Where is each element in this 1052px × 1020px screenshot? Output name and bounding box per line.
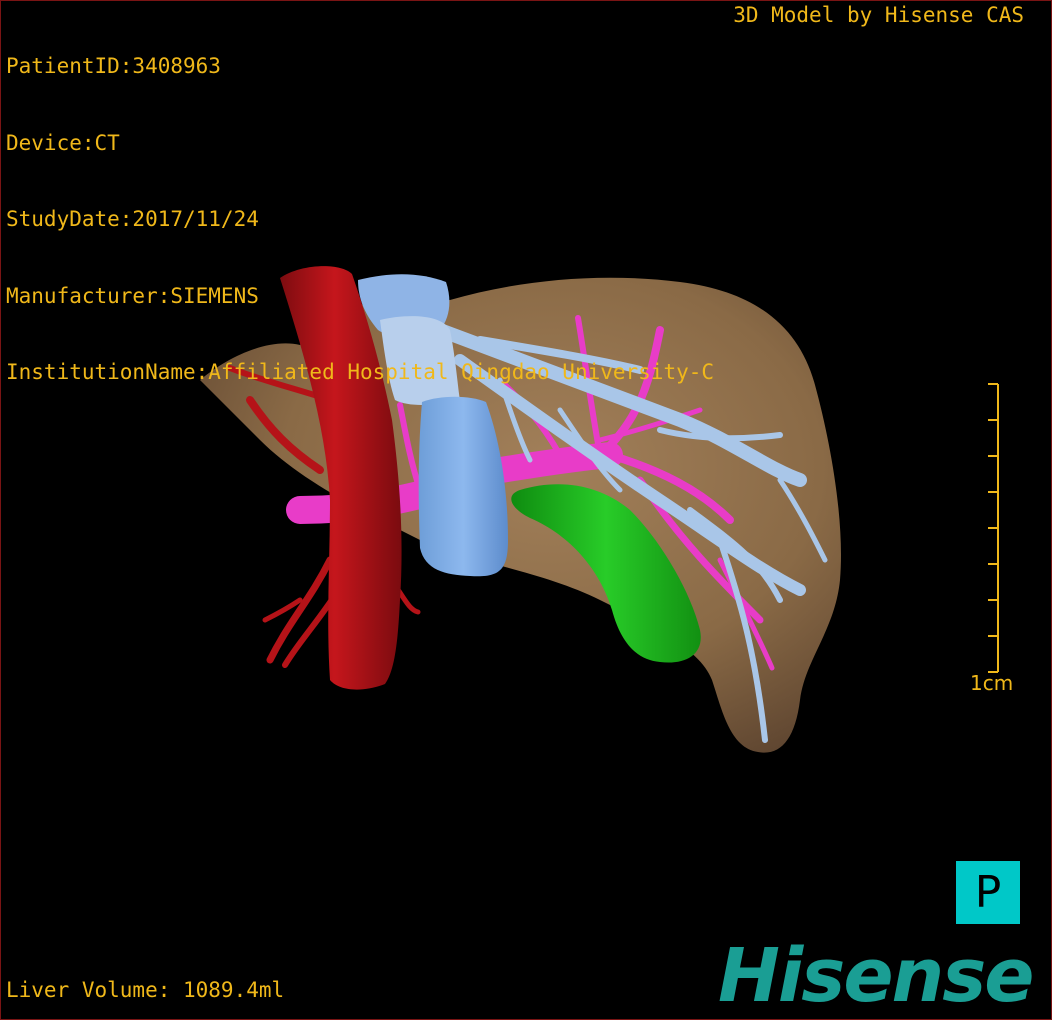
liver-volume: Liver Volume: 1089.4ml [6,978,285,1002]
study-date: StudyDate:2017/11/24 [6,207,259,231]
scale-bar-label: 1cm [970,671,1014,695]
institution-name: InstitutionName:Affiliated Hospital Qing… [6,360,715,384]
hisense-logo: Hisense [718,933,1034,1019]
model-credit: 3D Model by Hisense CAS [733,3,1024,27]
device: Device:CT [6,130,120,155]
manufacturer: Manufacturer:SIEMENS [6,283,259,308]
study-info-overlay: PatientID:3408963 Device:CT StudyDate:20… [6,3,714,411]
orientation-p-button[interactable]: P [956,861,1020,924]
scale-bar [988,383,999,673]
patient-id: PatientID:3408963 [6,54,221,78]
